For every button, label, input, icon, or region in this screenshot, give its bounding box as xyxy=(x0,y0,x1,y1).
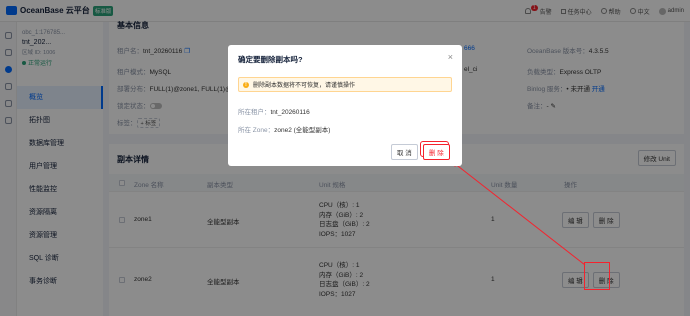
delete-replica-dialog: 确定要删除副本吗? × ! 删除副本数据将不可恢复，请谨慎操作 所在租户：tnt… xyxy=(228,45,462,166)
dialog-title: 确定要删除副本吗? xyxy=(238,55,303,64)
dialog-tenant-value: tnt_20260116 xyxy=(270,109,310,116)
dialog-zone-key: 所在 Zone： xyxy=(238,127,275,134)
close-icon[interactable]: × xyxy=(448,52,453,62)
cancel-button[interactable]: 取 消 xyxy=(391,144,418,160)
dialog-zone-value: zone2 (全能型副本) xyxy=(274,127,331,134)
confirm-delete-button[interactable]: 删 除 xyxy=(423,144,450,160)
dialog-zone-field: 所在 Zone：zone2 (全能型副本) xyxy=(238,124,330,134)
warning-alert: ! 删除副本数据将不可恢复，请谨慎操作 xyxy=(238,77,452,92)
warning-text: 删除副本数据将不可恢复，请谨慎操作 xyxy=(253,83,356,89)
dialog-tenant-field: 所在租户：tnt_20260116 xyxy=(238,106,310,116)
dialog-tenant-key: 所在租户： xyxy=(238,109,271,116)
warning-icon: ! xyxy=(243,81,249,88)
